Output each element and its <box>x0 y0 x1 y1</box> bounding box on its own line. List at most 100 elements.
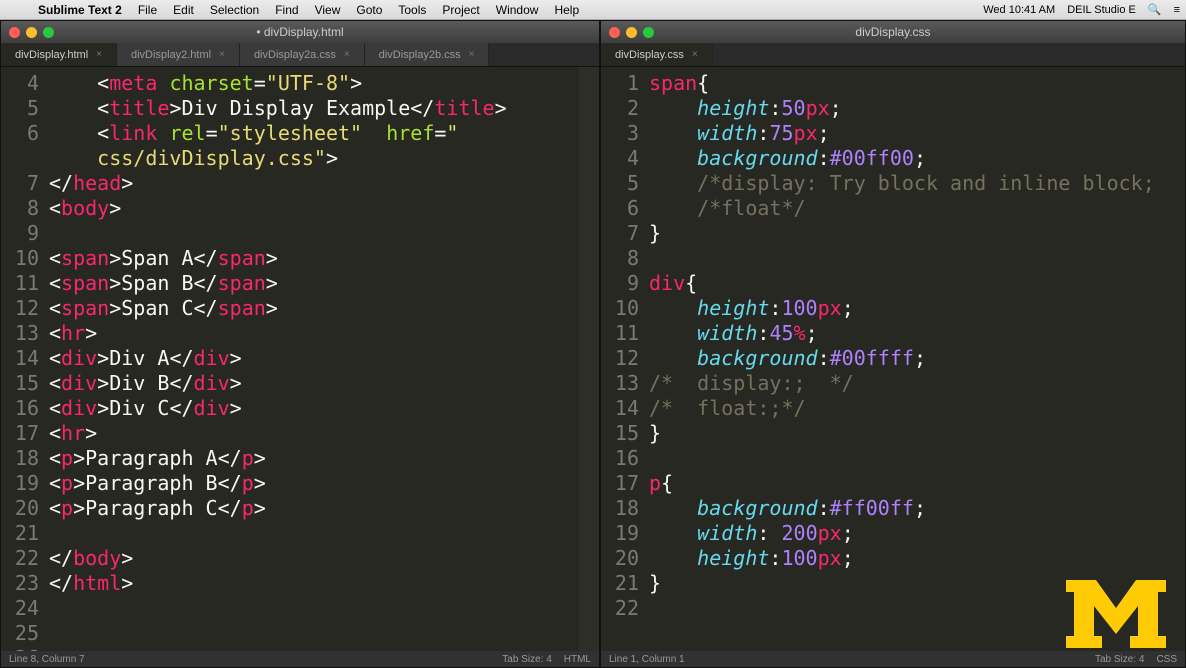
window-title: divDisplay.css <box>601 25 1185 39</box>
code-line[interactable]: <p>Paragraph C</p> <box>49 496 579 521</box>
code-line[interactable]: </html> <box>49 571 579 596</box>
minimap[interactable] <box>579 67 599 651</box>
code-line[interactable] <box>49 646 579 651</box>
close-tab-icon[interactable]: × <box>219 49 225 60</box>
code-line[interactable] <box>649 446 1185 471</box>
code-content[interactable]: <meta charset="UTF-8"> <title>Div Displa… <box>49 67 579 651</box>
menu-help[interactable]: Help <box>554 3 579 17</box>
close-tab-icon[interactable]: × <box>692 49 698 60</box>
tab[interactable]: divDisplay.css × <box>601 43 713 66</box>
close-tab-icon[interactable]: × <box>344 49 350 60</box>
line-number-gutter: 12345678910111213141516171819202122 <box>601 67 649 651</box>
zoom-window-icon[interactable] <box>43 27 54 38</box>
close-tab-icon[interactable]: × <box>96 49 102 60</box>
code-line[interactable]: div{ <box>649 271 1185 296</box>
code-line[interactable]: <p>Paragraph A</p> <box>49 446 579 471</box>
traffic-lights <box>609 27 654 38</box>
zoom-window-icon[interactable] <box>643 27 654 38</box>
code-editor[interactable]: 4567891011121314151617181920212223242526… <box>1 67 599 651</box>
macos-menubar: Sublime Text 2 File Edit Selection Find View… <box>0 0 1186 20</box>
code-line[interactable]: <title>Div Display Example</title> <box>49 96 579 121</box>
menu-view[interactable]: View <box>315 3 341 17</box>
syntax-language[interactable]: CSS <box>1156 654 1177 665</box>
titlebar[interactable]: divDisplay.css <box>601 21 1185 43</box>
code-line[interactable]: width:75px; <box>649 121 1185 146</box>
tab-size[interactable]: Tab Size: 4 <box>1095 654 1144 665</box>
michigan-logo <box>1066 580 1166 648</box>
traffic-lights <box>9 27 54 38</box>
tab-label: divDisplay2a.css <box>254 49 336 61</box>
tab[interactable]: divDisplay.html× <box>1 43 117 66</box>
menu-tools[interactable]: Tools <box>398 3 426 17</box>
tab-size[interactable]: Tab Size: 4 <box>502 654 551 665</box>
titlebar[interactable]: • divDisplay.html <box>1 21 599 43</box>
code-line[interactable]: background:#00ff00; <box>649 146 1185 171</box>
syntax-language[interactable]: HTML <box>564 654 591 665</box>
code-line[interactable]: /*float*/ <box>649 196 1185 221</box>
menubar-clock[interactable]: Wed 10:41 AM <box>983 4 1055 16</box>
code-line[interactable]: <div>Div A</div> <box>49 346 579 371</box>
code-line[interactable]: <p>Paragraph B</p> <box>49 471 579 496</box>
code-line[interactable]: height:50px; <box>649 96 1185 121</box>
code-line[interactable] <box>649 246 1185 271</box>
code-line[interactable]: </body> <box>49 546 579 571</box>
code-line[interactable]: width:45%; <box>649 321 1185 346</box>
code-line[interactable]: <div>Div B</div> <box>49 371 579 396</box>
close-window-icon[interactable] <box>9 27 20 38</box>
tab[interactable]: divDisplay2b.css× <box>365 43 490 66</box>
code-line[interactable]: <body> <box>49 196 579 221</box>
cursor-position: Line 8, Column 7 <box>9 654 85 665</box>
code-line[interactable]: background:#00ffff; <box>649 346 1185 371</box>
code-line[interactable]: height:100px; <box>649 296 1185 321</box>
code-line[interactable]: <span>Span C</span> <box>49 296 579 321</box>
code-line[interactable]: <span>Span A</span> <box>49 246 579 271</box>
code-line[interactable]: /* display:; */ <box>649 371 1185 396</box>
spotlight-icon[interactable]: 🔍 <box>1148 3 1162 16</box>
code-line[interactable]: height:100px; <box>649 546 1185 571</box>
workspace: • divDisplay.html divDisplay.html×divDis… <box>0 20 1186 668</box>
code-line[interactable]: <meta charset="UTF-8"> <box>49 71 579 96</box>
code-line[interactable] <box>49 521 579 546</box>
tab-label: divDisplay2.html <box>131 49 211 61</box>
code-line[interactable]: } <box>649 221 1185 246</box>
menubar-extra-icon[interactable]: ≡ <box>1174 4 1180 16</box>
code-line[interactable]: /* float:;*/ <box>649 396 1185 421</box>
code-line[interactable]: <hr> <box>49 321 579 346</box>
code-line[interactable]: width: 200px; <box>649 521 1185 546</box>
tab-label: divDisplay.css <box>615 49 684 61</box>
code-line[interactable] <box>49 221 579 246</box>
code-line[interactable]: background:#ff00ff; <box>649 496 1185 521</box>
close-window-icon[interactable] <box>609 27 620 38</box>
code-line[interactable]: /*display: Try block and inline block; <box>649 171 1185 196</box>
line-number-gutter: 4567891011121314151617181920212223242526 <box>1 67 49 651</box>
menu-window[interactable]: Window <box>496 3 539 17</box>
code-line[interactable]: css/divDisplay.css"> <box>49 146 579 171</box>
tab[interactable]: divDisplay2.html × <box>117 43 240 66</box>
code-content[interactable]: span{ height:50px; width:75px; backgroun… <box>649 67 1185 651</box>
editor-window-right: divDisplay.css divDisplay.css × 123456789… <box>600 20 1186 668</box>
window-title: • divDisplay.html <box>1 25 599 39</box>
code-line[interactable]: <hr> <box>49 421 579 446</box>
code-line[interactable] <box>49 621 579 646</box>
code-line[interactable]: span{ <box>649 71 1185 96</box>
menu-file[interactable]: File <box>138 3 157 17</box>
code-line[interactable]: </head> <box>49 171 579 196</box>
menubar-user[interactable]: DEIL Studio E <box>1067 4 1136 16</box>
code-line[interactable]: p{ <box>649 471 1185 496</box>
code-line[interactable] <box>49 596 579 621</box>
code-editor[interactable]: 12345678910111213141516171819202122 span… <box>601 67 1185 651</box>
tab[interactable]: divDisplay2a.css × <box>240 43 365 66</box>
menu-selection[interactable]: Selection <box>210 3 259 17</box>
close-tab-icon[interactable]: × <box>469 49 475 60</box>
menu-project[interactable]: Project <box>442 3 479 17</box>
code-line[interactable]: } <box>649 421 1185 446</box>
minimize-window-icon[interactable] <box>26 27 37 38</box>
code-line[interactable]: <span>Span B</span> <box>49 271 579 296</box>
menu-goto[interactable]: Goto <box>356 3 382 17</box>
minimize-window-icon[interactable] <box>626 27 637 38</box>
menu-find[interactable]: Find <box>275 3 298 17</box>
code-line[interactable]: <link rel="stylesheet" href=" <box>49 121 579 146</box>
code-line[interactable]: <div>Div C</div> <box>49 396 579 421</box>
menu-edit[interactable]: Edit <box>173 3 194 17</box>
app-name[interactable]: Sublime Text 2 <box>38 3 122 17</box>
